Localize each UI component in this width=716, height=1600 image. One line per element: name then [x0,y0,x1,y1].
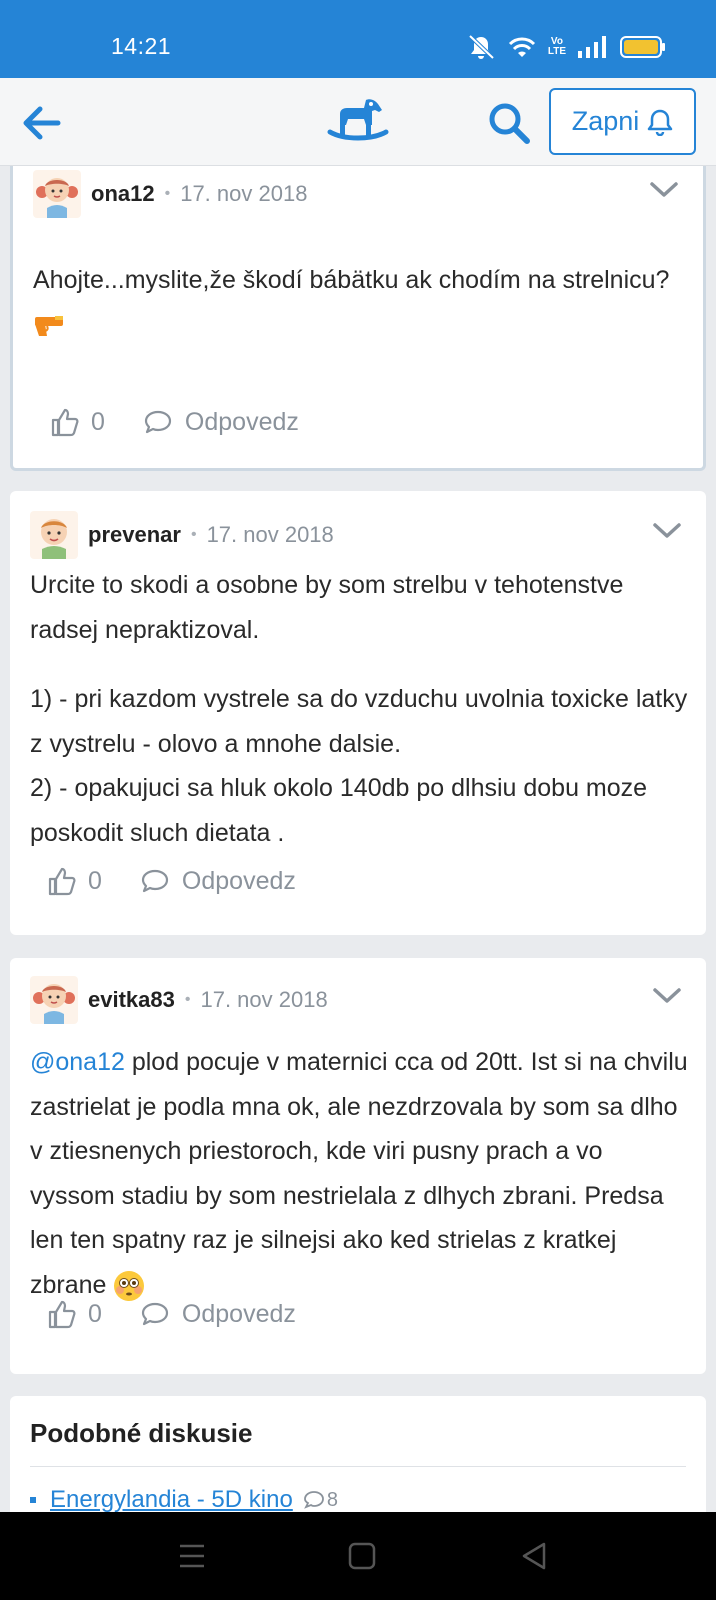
muted-bell-icon [468,34,495,60]
avatar[interactable] [30,976,78,1024]
post-actions: 0 Odpovedz [48,1294,296,1334]
user-mention-link[interactable]: @ona12 [30,1048,125,1076]
thumbs-up-icon [51,408,79,437]
post-text: @ona12 plod pocuje v maternici cca od 20… [30,1040,690,1307]
thumbs-up-icon [48,1300,76,1329]
speech-bubble-icon [141,1302,169,1326]
chevron-down-icon[interactable] [649,180,679,200]
post-date: 17. nov 2018 [206,522,334,547]
similar-item-count: 8 [303,1489,338,1512]
avatar[interactable] [30,511,78,559]
post-paragraph: 1) - pri kazdom vystrele sa do vzduchu u… [30,685,688,758]
home-icon[interactable] [344,1538,380,1574]
thumbs-up-icon [48,867,76,896]
post-actions: 0 Odpovedz [48,861,296,901]
post-card: ona12 • 17. nov 2018 Ahojte...myslite,že… [10,166,706,471]
post-paragraph: plod pocuje v maternici cca od 20tt. Ist… [30,1048,688,1299]
status-bar: 14:21 Vo LTE [0,0,716,78]
post-card: evitka83 • 17. nov 2018 @ona12 plod pocu… [10,958,706,1374]
notifications-toggle-button[interactable]: Zapni [549,88,696,155]
post-header: evitka83 • 17. nov 2018 [30,976,328,1024]
search-icon[interactable] [486,100,532,146]
speech-bubble-icon [144,410,172,434]
similar-item-link[interactable]: Energylandia - 5D kino [50,1486,293,1514]
app-bar: Zapni [0,78,716,166]
chevron-down-icon[interactable] [652,986,682,1006]
battery-icon [620,36,665,58]
post-paragraph: Ahojte...myslite,že škodí bábätku ak cho… [33,266,670,294]
back-arrow-icon[interactable] [18,100,64,146]
like-button[interactable]: 0 [48,866,102,896]
comment-count: 8 [326,1488,338,1511]
reply-button[interactable]: Odpovedz [143,408,299,437]
reply-label: Odpovedz [181,1299,296,1328]
speech-bubble-icon [141,869,169,893]
bullet [30,1497,36,1503]
post-text: Ahojte...myslite,že škodí bábätku ak cho… [33,258,693,347]
author-name[interactable]: ona12 [91,181,155,207]
separator-dot: • [184,991,191,1008]
network-type-label: Vo LTE [548,37,566,57]
reply-label: Odpovedz [181,866,296,895]
post-card: prevenar • 17. nov 2018 Urcite to skodi … [10,491,706,935]
post-paragraph: 2) - opakujuci sa hluk okolo 140db po dl… [30,774,648,847]
author-name[interactable]: evitka83 [88,987,175,1013]
similar-title: Podobné diskusie [30,1418,253,1448]
reply-label: Odpovedz [184,407,299,436]
back-triangle-icon[interactable] [516,1538,552,1574]
menu-icon[interactable] [174,1538,210,1574]
signal-icon [578,36,606,58]
comment-icon [303,1491,324,1509]
author-name[interactable]: prevenar [88,522,181,548]
separator-dot: • [164,185,171,202]
status-icons: Vo LTE [466,34,666,60]
like-count: 0 [88,1299,102,1328]
similar-item[interactable]: Energylandia - 5D kino 8 [30,1486,338,1514]
post-actions: 0 Odpovedz [51,402,299,442]
like-count: 0 [91,407,105,436]
divider [30,1466,686,1467]
separator-dot: • [190,526,197,543]
bell-icon [648,109,673,136]
like-button[interactable]: 0 [51,407,105,437]
reply-button[interactable]: Odpovedz [140,867,296,896]
post-header: ona12 • 17. nov 2018 [33,170,307,218]
system-navigation-bar [0,1512,716,1600]
post-header: prevenar • 17. nov 2018 [30,511,334,559]
post-date: 17. nov 2018 [180,181,308,206]
like-count: 0 [88,866,102,895]
like-button[interactable]: 0 [48,1299,102,1329]
water-pistol-emoji [35,315,63,336]
chevron-down-icon[interactable] [652,521,682,541]
zapni-label: Zapni [571,106,640,136]
rocking-horse-logo[interactable] [326,94,390,150]
post-paragraph: Urcite to skodi a osobne by som strelbu … [30,571,624,644]
post-text: Urcite to skodi a osobne by som strelbu … [30,563,690,855]
status-time: 14:21 [111,33,172,59]
reply-button[interactable]: Odpovedz [140,1300,296,1329]
post-date: 17. nov 2018 [200,987,328,1012]
wifi-icon [508,37,535,57]
avatar[interactable] [33,170,81,218]
net-label-bottom: LTE [547,46,566,57]
